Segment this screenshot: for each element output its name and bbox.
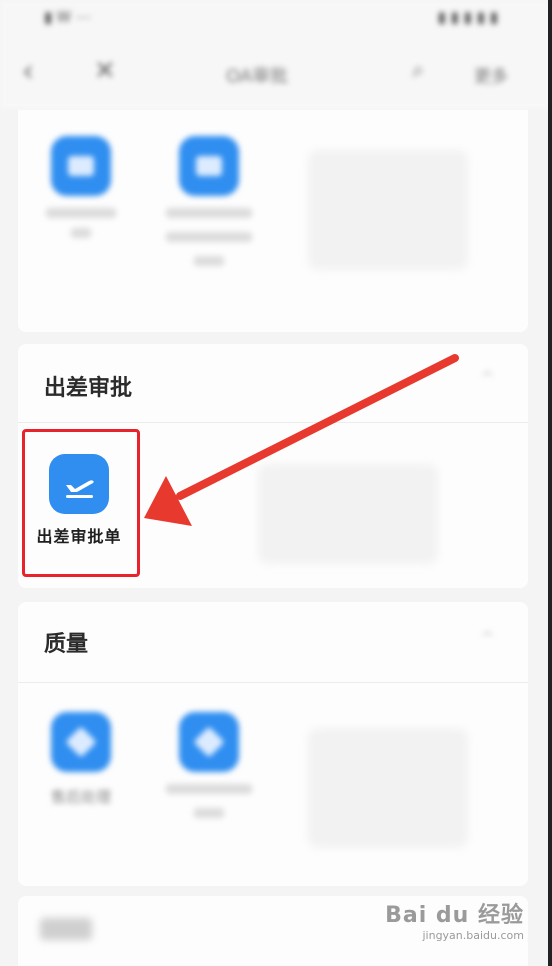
watermark: Bai du 经验 jingyan.baidu.com xyxy=(385,897,524,942)
watermark-sub: jingyan.baidu.com xyxy=(422,929,524,942)
annotation-arrow xyxy=(144,354,459,526)
watermark-main: Bai du 经验 xyxy=(385,903,524,928)
